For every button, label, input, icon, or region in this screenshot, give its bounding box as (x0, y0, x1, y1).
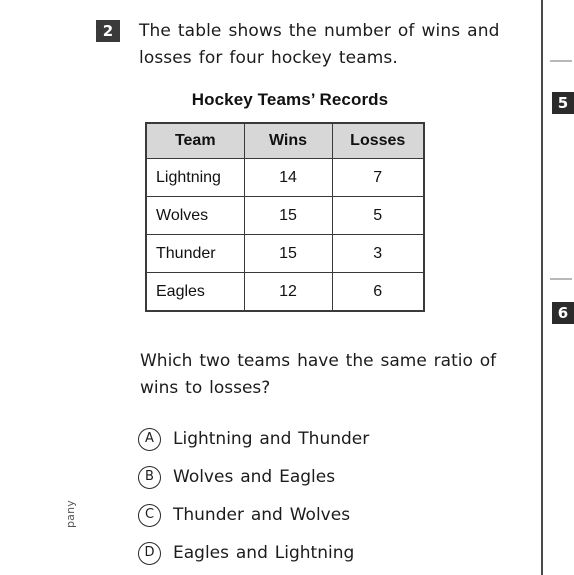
cell-team: Lightning (145, 158, 245, 197)
choice-text-c: Thunder and Wolves (173, 505, 351, 525)
table-row: Wolves 15 5 (145, 196, 425, 235)
question-prompt-text: Which two teams have the same ratio of w… (140, 351, 497, 398)
column-header-wins: Wins (243, 122, 333, 159)
answer-choice-a[interactable]: A Lightning and Thunder (138, 420, 528, 458)
cell-team: Eagles (145, 272, 245, 312)
next-column-partial: 5 6 (546, 0, 574, 575)
table-container: Hockey Teams’ Records Team Wins Losses L… (145, 90, 425, 312)
answer-choice-c[interactable]: C Thunder and Wolves (138, 496, 528, 534)
table-header-row: Team Wins Losses (145, 122, 425, 159)
cell-losses: 6 (331, 272, 425, 312)
answer-choice-d[interactable]: D Eagles and Lightning (138, 534, 528, 572)
cell-losses: 3 (331, 234, 425, 273)
hockey-records-table: Team Wins Losses Lightning 14 7 Wolves 1… (145, 122, 425, 312)
column-header-team: Team (145, 122, 245, 159)
cell-team: Thunder (145, 234, 245, 273)
cell-wins: 12 (243, 272, 333, 312)
cell-wins: 15 (243, 196, 333, 235)
question-block: 2 The table shows the number of wins and… (96, 18, 526, 72)
column-header-losses: Losses (331, 122, 425, 159)
cell-wins: 14 (243, 158, 333, 197)
question-header: 2 The table shows the number of wins and… (96, 18, 526, 72)
table-row: Lightning 14 7 (145, 158, 425, 197)
cell-team: Wolves (145, 196, 245, 235)
choice-text-a: Lightning and Thunder (173, 429, 370, 449)
table-title: Hockey Teams’ Records (191, 90, 389, 109)
cell-losses: 5 (331, 196, 425, 235)
answer-choices-list: A Lightning and Thunder B Wolves and Eag… (138, 420, 528, 572)
cell-wins: 15 (243, 234, 333, 273)
choice-text-d: Eagles and Lightning (173, 543, 355, 563)
choice-letter-circle-b: B (138, 465, 161, 489)
copyright-text-vertical: pany (64, 499, 77, 528)
question-number-badge: 2 (96, 20, 120, 42)
question-number-badge-5: 5 (552, 92, 574, 114)
table-row: Thunder 15 3 (145, 234, 425, 273)
answer-choice-b[interactable]: B Wolves and Eagles (138, 458, 528, 496)
question-number-badge-6: 6 (552, 302, 574, 324)
worksheet-page: 2 The table shows the number of wins and… (0, 0, 574, 575)
rule-fragment-top (550, 60, 572, 62)
question-stem-text: The table shows the number of wins and l… (139, 21, 500, 68)
choice-letter-circle-c: C (138, 503, 161, 527)
rule-fragment-bottom (550, 278, 572, 280)
choice-letter-circle-a: A (138, 427, 161, 451)
column-divider-line (541, 0, 543, 575)
cell-losses: 7 (331, 158, 425, 197)
table-row: Eagles 12 6 (145, 272, 425, 312)
choice-letter-circle-d: D (138, 541, 161, 565)
choice-text-b: Wolves and Eagles (173, 467, 336, 487)
